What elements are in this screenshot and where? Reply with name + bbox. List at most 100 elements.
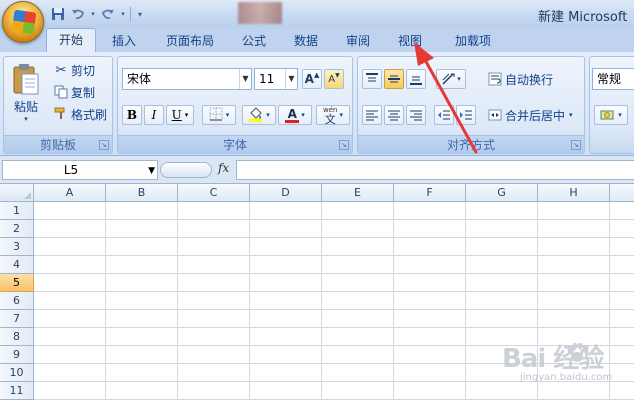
increase-indent-icon bbox=[460, 110, 472, 120]
grow-font-arrow-icon: ▲ bbox=[313, 71, 320, 79]
tab-review[interactable]: 审阅 bbox=[338, 30, 378, 52]
toolbar-separator bbox=[130, 7, 131, 21]
row-header-9[interactable]: 9 bbox=[0, 346, 34, 364]
grow-font-button[interactable]: A ▲ bbox=[302, 69, 322, 89]
accounting-format-button[interactable]: ▾ bbox=[594, 105, 628, 125]
shrink-font-button[interactable]: A ▼ bbox=[324, 69, 344, 89]
tab-formulas[interactable]: 公式 bbox=[234, 30, 274, 52]
row-header-2[interactable]: 2 bbox=[0, 220, 34, 238]
alignment-dialog-launcher-icon[interactable]: ↘ bbox=[571, 140, 581, 150]
row-header-4[interactable]: 4 bbox=[0, 256, 34, 274]
font-group: 宋体 ▼ 11 ▼ A ▲ A ▼ B I U ▾ ▾ ▾ A ▾ wén 文 … bbox=[117, 56, 353, 154]
row-header-10[interactable]: 10 bbox=[0, 364, 34, 382]
tab-view[interactable]: 视图 bbox=[390, 30, 430, 52]
cut-button[interactable]: ✂ 剪切 bbox=[50, 61, 96, 79]
borders-button[interactable]: ▾ bbox=[202, 105, 236, 125]
merge-center-icon bbox=[485, 106, 505, 124]
select-all-button[interactable] bbox=[0, 184, 34, 202]
align-bottom-button[interactable] bbox=[406, 69, 426, 89]
underline-button[interactable]: U ▾ bbox=[166, 105, 194, 125]
name-box[interactable]: L5 ▼ bbox=[2, 160, 158, 180]
column-header-a[interactable]: A bbox=[34, 184, 106, 202]
name-box-dropdown-icon[interactable]: ▼ bbox=[148, 162, 155, 180]
formula-input[interactable] bbox=[236, 160, 634, 180]
column-header-partial[interactable] bbox=[610, 184, 634, 202]
row-header-1[interactable]: 1 bbox=[0, 202, 34, 220]
phonetic-guide-button[interactable]: wén 文 ▾ bbox=[316, 105, 350, 125]
row-header-6[interactable]: 6 bbox=[0, 292, 34, 310]
wrap-text-label: 自动换行 bbox=[505, 72, 554, 87]
row-header-5[interactable]: 5 bbox=[0, 274, 34, 292]
merge-center-button[interactable]: 合并后居中 ▾ bbox=[484, 105, 574, 125]
clipboard-dialog-launcher-icon[interactable]: ↘ bbox=[99, 140, 109, 150]
gridline bbox=[321, 202, 322, 400]
accounting-format-dropdown-icon: ▾ bbox=[618, 111, 622, 119]
font-size-dropdown[interactable]: 11 ▼ bbox=[254, 68, 298, 90]
column-header-d[interactable]: D bbox=[250, 184, 322, 202]
align-top-button[interactable] bbox=[362, 69, 382, 89]
bold-button[interactable]: B bbox=[122, 105, 142, 125]
tab-page-layout[interactable]: 页面布局 bbox=[158, 30, 222, 52]
alignment-group: ▾ 自动换行 合并后居中 ▾ 对齐方式 ↘ bbox=[357, 56, 585, 154]
gridline bbox=[105, 202, 106, 400]
font-color-label: A bbox=[287, 106, 297, 121]
copy-button[interactable]: 复制 bbox=[50, 83, 96, 101]
column-header-b[interactable]: B bbox=[106, 184, 178, 202]
orientation-button[interactable]: ▾ bbox=[436, 69, 466, 89]
row-header-7[interactable]: 7 bbox=[0, 310, 34, 328]
column-header-f[interactable]: F bbox=[394, 184, 466, 202]
ribbon-tab-row: 开始 插入 页面布局 公式 数据 审阅 视图 加载项 bbox=[0, 28, 634, 53]
number-format-dropdown[interactable]: 常规 bbox=[592, 68, 634, 90]
tab-insert[interactable]: 插入 bbox=[104, 30, 144, 52]
shrink-font-arrow-icon: ▼ bbox=[335, 71, 340, 79]
undo-dropdown-icon[interactable]: ▾ bbox=[90, 6, 96, 22]
row-header-11[interactable]: 11 bbox=[0, 382, 34, 400]
office-button[interactable] bbox=[2, 1, 44, 43]
redo-icon[interactable] bbox=[100, 6, 116, 22]
gridline bbox=[34, 309, 634, 310]
font-name-dropdown-icon: ▼ bbox=[239, 69, 251, 89]
italic-button[interactable]: I bbox=[144, 105, 164, 125]
font-group-label: 字体 bbox=[118, 135, 352, 153]
undo-icon[interactable] bbox=[70, 6, 86, 22]
align-middle-button[interactable] bbox=[384, 69, 404, 89]
gridline bbox=[34, 237, 634, 238]
font-dialog-launcher-icon[interactable]: ↘ bbox=[339, 140, 349, 150]
font-color-dropdown-icon: ▾ bbox=[301, 111, 305, 119]
paintbrush-icon bbox=[51, 105, 71, 123]
align-middle-icon bbox=[388, 75, 400, 83]
column-header-h[interactable]: H bbox=[538, 184, 610, 202]
decrease-indent-button[interactable] bbox=[434, 105, 454, 125]
save-icon[interactable] bbox=[50, 6, 66, 22]
column-header-e[interactable]: E bbox=[322, 184, 394, 202]
format-painter-button[interactable]: 格式刷 bbox=[50, 105, 108, 123]
scissors-icon: ✂ bbox=[55, 62, 67, 78]
font-color-button[interactable]: A ▾ bbox=[278, 105, 312, 125]
redo-dropdown-icon[interactable]: ▾ bbox=[120, 6, 126, 22]
formula-oval-control[interactable] bbox=[160, 162, 212, 178]
office-logo-icon bbox=[11, 9, 37, 35]
align-center-button[interactable] bbox=[384, 105, 404, 125]
font-color-swatch bbox=[285, 119, 300, 123]
align-right-button[interactable] bbox=[406, 105, 426, 125]
font-size-value: 11 bbox=[259, 72, 275, 86]
font-name-value: 宋体 bbox=[127, 72, 152, 86]
paste-button[interactable]: 粘贴 ▾ bbox=[6, 59, 46, 133]
increase-indent-button[interactable] bbox=[456, 105, 476, 125]
align-left-button[interactable] bbox=[362, 105, 382, 125]
row-header-8[interactable]: 8 bbox=[0, 328, 34, 346]
row-header-3[interactable]: 3 bbox=[0, 238, 34, 256]
fill-color-button[interactable]: ▾ bbox=[242, 105, 276, 125]
wrap-text-button[interactable]: 自动换行 bbox=[484, 69, 554, 89]
align-left-icon bbox=[366, 110, 378, 121]
font-name-dropdown[interactable]: 宋体 ▼ bbox=[122, 68, 252, 90]
insert-function-icon[interactable]: fx bbox=[218, 161, 229, 175]
column-header-g[interactable]: G bbox=[466, 184, 538, 202]
tab-data[interactable]: 数据 bbox=[286, 30, 326, 52]
column-header-c[interactable]: C bbox=[178, 184, 250, 202]
tab-home[interactable]: 开始 bbox=[46, 28, 96, 53]
italic-label: I bbox=[151, 108, 157, 122]
customize-toolbar-icon[interactable]: ▾ bbox=[135, 6, 145, 22]
decrease-indent-icon bbox=[438, 110, 450, 120]
tab-add-ins[interactable]: 加载项 bbox=[446, 30, 500, 52]
